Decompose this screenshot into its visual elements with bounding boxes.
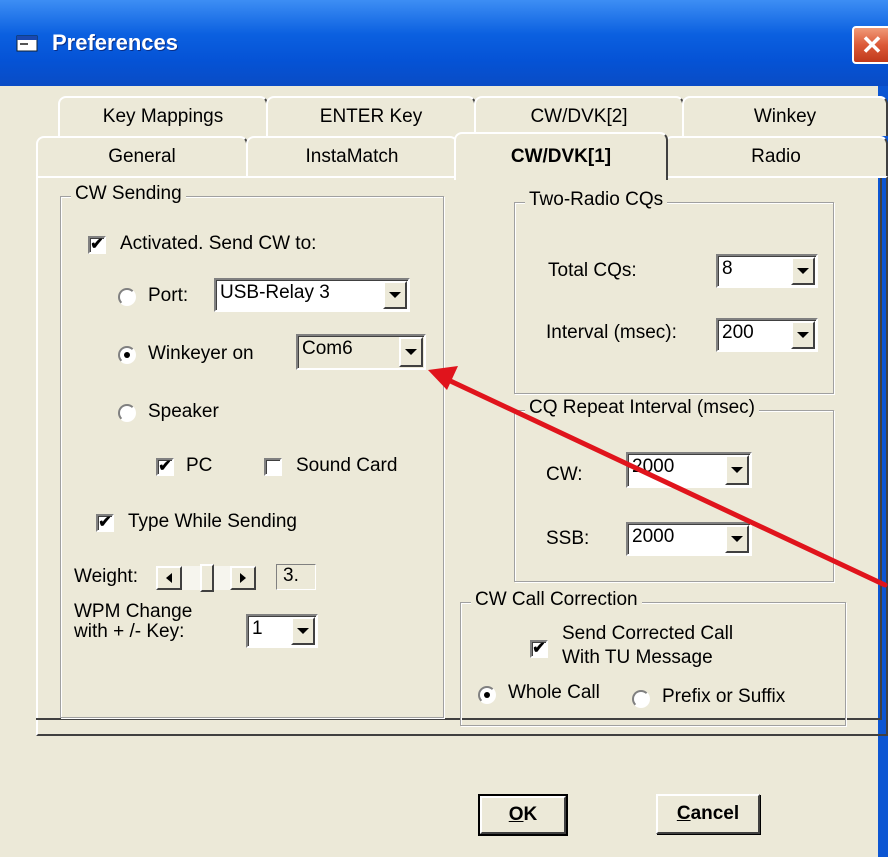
tab-enter-key[interactable]: ENTER Key [266, 96, 476, 136]
cq-repeat-ssb-select[interactable]: 2000 [626, 522, 752, 556]
tab-label: CW/DVK[2] [530, 106, 628, 127]
group-legend: CW Call Correction [471, 589, 642, 611]
panel-edge [880, 178, 882, 718]
port-label: Port: [148, 285, 189, 306]
chevron-down-icon[interactable] [725, 455, 749, 485]
type-while-sending-checkbox[interactable]: ✔ [96, 514, 114, 532]
wpm-change-value: 1 [252, 618, 263, 639]
wpm-change-label: WPM Change with + /- Key: [74, 602, 192, 642]
ok-button[interactable]: OK [478, 794, 568, 836]
two-radio-cqs-group: Two-Radio CQs [514, 189, 834, 394]
type-while-sending-label: Type While Sending [128, 511, 297, 532]
winkeyer-value: Com6 [302, 338, 353, 359]
send-corrected-call-label-line1: Send Corrected Call [562, 623, 734, 644]
weight-label: Weight: [74, 566, 139, 587]
wpm-change-label-line2: with + /- Key: [74, 621, 185, 642]
total-cqs-select[interactable]: 8 [716, 254, 818, 288]
cancel-button[interactable]: Cancel [656, 794, 760, 834]
prefix-suffix-radio[interactable] [632, 690, 650, 708]
weight-slider-thumb[interactable] [200, 564, 214, 592]
window-icon [16, 35, 38, 52]
winkeyer-radio[interactable] [118, 346, 136, 364]
tab-label: General [108, 146, 176, 167]
chevron-down-icon[interactable] [725, 525, 749, 553]
sound-card-label: Sound Card [296, 455, 398, 476]
send-corrected-call-label: Send Corrected Call With TU Message [562, 622, 733, 670]
tab-label: ENTER Key [319, 106, 423, 127]
group-legend: CW Sending [71, 183, 186, 205]
port-select[interactable]: USB-Relay 3 [214, 278, 410, 312]
cq-repeat-cw-value: 2000 [632, 456, 675, 477]
arrow-left-icon [166, 573, 172, 583]
cancel-rest: ancel [690, 803, 740, 824]
pc-checkbox[interactable]: ✔ [156, 458, 174, 476]
tab-label: InstaMatch [305, 146, 399, 167]
weight-value: 3. [276, 564, 316, 590]
weight-increase-button[interactable] [230, 566, 256, 590]
cq-repeat-ssb-value: 2000 [632, 526, 675, 547]
winkeyer-port-select[interactable]: Com6 [296, 334, 426, 370]
tab-label: Radio [751, 146, 801, 167]
speaker-label: Speaker [148, 401, 219, 422]
pc-label: PC [186, 455, 213, 476]
cq-repeat-cw-label: CW: [546, 464, 583, 485]
chevron-down-icon[interactable] [791, 321, 815, 349]
tab-cw-dvk-1[interactable]: CW/DVK[1] [454, 132, 668, 180]
wpm-change-label-line1: WPM Change [74, 601, 193, 622]
close-icon[interactable]: ✕ [852, 26, 888, 64]
send-corrected-call-checkbox[interactable]: ✔ [530, 640, 548, 658]
cq-repeat-ssb-label: SSB: [546, 528, 590, 549]
chevron-down-icon[interactable] [791, 257, 815, 285]
total-cqs-label: Total CQs: [548, 260, 637, 281]
port-value: USB-Relay 3 [220, 282, 330, 303]
tab-label: Key Mappings [102, 106, 224, 127]
tab-label: CW/DVK[1] [510, 146, 612, 167]
activated-checkbox[interactable]: ✔ [88, 236, 106, 254]
chevron-down-icon[interactable] [383, 281, 407, 309]
wpm-change-select[interactable]: 1 [246, 614, 318, 648]
tab-general[interactable]: General [36, 136, 248, 176]
tab-label: Winkey [753, 106, 817, 127]
interval-label: Interval (msec): [546, 322, 677, 343]
tab-cw-dvk-2[interactable]: CW/DVK[2] [474, 96, 684, 136]
interval-value: 200 [722, 322, 754, 343]
interval-select[interactable]: 200 [716, 318, 818, 352]
speaker-radio[interactable] [118, 404, 136, 422]
arrow-right-icon [240, 573, 246, 583]
prefix-suffix-label: Prefix or Suffix [662, 686, 786, 707]
group-legend: Two-Radio CQs [525, 189, 668, 211]
tab-winkey[interactable]: Winkey [682, 96, 888, 136]
sound-card-checkbox[interactable] [264, 458, 282, 476]
whole-call-label: Whole Call [508, 682, 600, 703]
window-title: Preferences [52, 30, 178, 55]
cancel-accel: C [676, 803, 691, 824]
activated-label: Activated. Send CW to: [120, 233, 317, 254]
tab-instamatch[interactable]: InstaMatch [246, 136, 458, 176]
total-cqs-value: 8 [722, 258, 733, 279]
ok-accel: O [508, 804, 524, 825]
group-legend: CQ Repeat Interval (msec) [525, 397, 759, 419]
port-radio[interactable] [118, 288, 136, 306]
tab-key-mappings[interactable]: Key Mappings [58, 96, 268, 136]
ok-rest: K [523, 804, 538, 825]
chevron-down-icon[interactable] [399, 337, 423, 367]
cq-repeat-interval-group: CQ Repeat Interval (msec) [514, 397, 834, 582]
winkeyer-label: Winkeyer on [148, 343, 254, 364]
tab-radio[interactable]: Radio [664, 136, 888, 176]
cq-repeat-cw-select[interactable]: 2000 [626, 452, 752, 488]
whole-call-radio[interactable] [478, 686, 496, 704]
chevron-down-icon[interactable] [291, 617, 315, 645]
weight-decrease-button[interactable] [156, 566, 182, 590]
send-corrected-call-label-line2: With TU Message [562, 647, 713, 668]
